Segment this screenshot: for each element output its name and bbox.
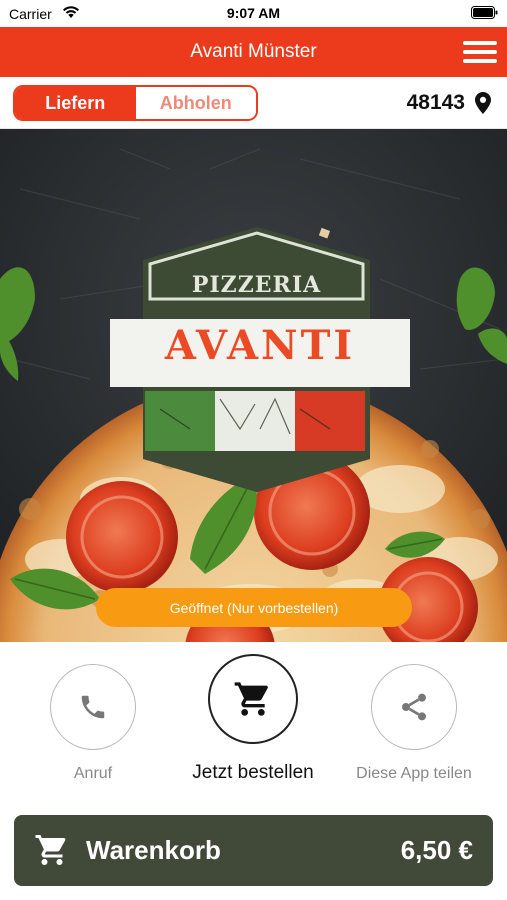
delivery-mode-toggle: Liefern Abholen xyxy=(13,85,258,121)
call-label: Anruf xyxy=(73,765,113,782)
action-row: Anruf Jetzt bestellen Diese App teilen xyxy=(0,642,507,807)
share-label: Diese App teilen xyxy=(356,765,472,782)
deliver-tab[interactable]: Liefern xyxy=(15,87,136,119)
order-now-button[interactable] xyxy=(208,654,298,744)
share-button[interactable] xyxy=(371,664,457,750)
hero-banner: PIZZERIA AVANTI Geöffnet (Nur vorbestell… xyxy=(0,129,507,642)
status-time: 9:07 AM xyxy=(226,5,281,21)
order-mode-bar: Liefern Abholen 48143 xyxy=(0,77,507,129)
pizza-background-image xyxy=(0,129,507,642)
phone-icon xyxy=(81,695,105,719)
logo-name: AVANTI xyxy=(164,322,356,369)
cart-bar[interactable]: Warenkorb 6,50 € xyxy=(14,815,493,886)
shopping-cart-icon xyxy=(234,682,268,716)
cart-total: 6,50 € xyxy=(400,835,473,865)
battery-icon xyxy=(471,6,498,19)
call-button[interactable] xyxy=(50,664,136,750)
pickup-tab[interactable]: Abholen xyxy=(135,87,256,119)
app-screen: Carrier 9:07 AM Avanti Münster Liefern A… xyxy=(0,0,507,900)
share-icon xyxy=(402,693,426,721)
cart-label: Warenkorb xyxy=(86,835,221,865)
location-pin-icon[interactable] xyxy=(475,92,491,114)
menu-icon[interactable] xyxy=(463,39,497,65)
logo-subtitle: PIZZERIA xyxy=(191,272,322,298)
zip-code[interactable]: 48143 xyxy=(407,91,465,115)
app-header: Avanti Münster xyxy=(0,27,507,77)
page-title: Avanti Münster xyxy=(190,41,317,62)
opening-status-badge[interactable]: Geöffnet (Nur vorbestellen) xyxy=(96,588,412,627)
status-bar: Carrier 9:07 AM xyxy=(0,0,507,27)
cart-icon xyxy=(35,835,66,865)
order-now-label: Jetzt bestellen xyxy=(192,762,314,783)
